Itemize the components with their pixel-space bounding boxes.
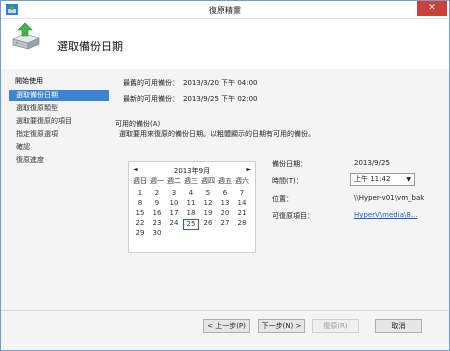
calendar-day[interactable]: 5 xyxy=(200,189,216,198)
calendar-day[interactable]: 16 xyxy=(149,209,165,218)
calendar-day[interactable]: 28 xyxy=(234,219,250,228)
wizard-steps-sidebar: 開始使用 選取備份日期 選取復原類型 選取要復原的項目 指定復原選項 確認 復原… xyxy=(1,70,109,310)
close-button[interactable]: ✕ xyxy=(417,1,447,16)
sidebar-item-select-recovery-type[interactable]: 選取復原類型 xyxy=(9,103,109,114)
calendar-day[interactable]: 9 xyxy=(149,199,165,208)
footer-separator xyxy=(1,310,449,311)
sidebar-item-confirmation[interactable]: 確認 xyxy=(9,142,109,153)
back-button[interactable]: < 上一步(P) xyxy=(203,319,250,333)
backup-date-label: 備份日期： xyxy=(272,160,307,168)
backup-date-value: 2013/9/25 xyxy=(354,159,390,167)
calendar-day[interactable]: 10 xyxy=(166,199,182,208)
sidebar-item-select-items[interactable]: 選取要復原的項目 xyxy=(9,116,109,127)
sidebar-item-select-backup-date[interactable]: 選取備份日期 xyxy=(9,90,109,101)
calendar-day[interactable]: 4 xyxy=(183,189,199,198)
recoverable-items-link[interactable]: HyperV\media\8... xyxy=(354,211,417,219)
recover-drive-icon xyxy=(12,22,40,50)
calendar-day[interactable]: 2 xyxy=(149,189,165,198)
calendar-day[interactable]: 26 xyxy=(200,219,216,228)
calendar-weekday-header: 週二 xyxy=(167,177,181,185)
time-select[interactable]: 上午 11:42 ▼ xyxy=(350,173,415,186)
cancel-button[interactable]: 取消 xyxy=(375,319,422,333)
calendar-day[interactable]: 19 xyxy=(200,209,216,218)
calendar-day[interactable]: 3 xyxy=(166,189,182,198)
recovery-wizard-window: 復原精靈 ✕ 選取備份日期 開始使用 選取備份日期 選取復原類型 選取要復原的項… xyxy=(0,0,450,351)
next-button[interactable]: 下一步(N) > xyxy=(258,319,305,333)
calendar-weekday-header: 週日 xyxy=(133,177,147,185)
calendar-selected-day[interactable]: 25 xyxy=(183,219,199,230)
calendar-day[interactable]: 1 xyxy=(132,189,148,198)
calendar-day[interactable]: 21 xyxy=(234,209,250,218)
calendar-day[interactable]: 7 xyxy=(234,189,250,198)
newest-backup-value: 2013/9/25 下午 02:00 xyxy=(183,95,258,103)
calendar-day[interactable]: 12 xyxy=(200,199,216,208)
calendar-day[interactable]: 27 xyxy=(217,219,233,228)
wizard-content: 最舊的可用備份： 2013/3/20 下午 04:00 最新的可用備份： 201… xyxy=(109,70,449,310)
backup-date-calendar[interactable]: ◄ 2013年9月 ► 週日 週一 週二 週三 週四 週五 週六 1 2 3 4 5 6 7 8 9 10 11 1… xyxy=(128,161,256,253)
available-backups-label: 可用的備份(A) xyxy=(115,120,161,128)
location-value: \\Hyper-v01\vm_bak xyxy=(354,194,425,202)
newest-backup-label: 最新的可用備份： xyxy=(123,95,179,103)
chevron-down-icon: ▼ xyxy=(406,176,411,183)
calendar-month-title: 2013年9月 xyxy=(173,167,211,175)
calendar-weekday-header: 週六 xyxy=(235,177,249,185)
location-label: 位置： xyxy=(272,195,293,203)
calendar-day[interactable]: 24 xyxy=(166,219,182,228)
oldest-backup-label: 最舊的可用備份： xyxy=(123,79,179,87)
calendar-next-month-button[interactable]: ► xyxy=(246,166,251,173)
sidebar-item-recovery-progress[interactable]: 復原進度 xyxy=(9,155,109,166)
calendar-day[interactable]: 18 xyxy=(183,209,199,218)
calendar-day[interactable]: 17 xyxy=(166,209,182,218)
calendar-day[interactable]: 6 xyxy=(217,189,233,198)
calendar-day[interactable]: 29 xyxy=(132,229,148,238)
sidebar-item-recovery-options[interactable]: 指定復原選項 xyxy=(9,129,109,140)
calendar-day[interactable]: 15 xyxy=(132,209,148,218)
recoverable-items-label: 可復原項目： xyxy=(272,212,314,220)
calendar-weekday-header: 週一 xyxy=(150,177,164,185)
available-backups-description: 選取要用來復原的備份日期。以粗體顯示的日期有可用的備份。 xyxy=(119,130,315,138)
calendar-weekday-header: 週三 xyxy=(184,177,198,185)
calendar-day[interactable]: 23 xyxy=(149,219,165,228)
calendar-day[interactable]: 8 xyxy=(132,199,148,208)
window-title: 復原精靈 xyxy=(209,6,241,15)
calendar-day[interactable]: 30 xyxy=(149,229,165,238)
wizard-header: 選取備份日期 xyxy=(1,19,449,69)
oldest-backup-value: 2013/3/20 下午 04:00 xyxy=(183,79,258,87)
calendar-day[interactable]: 13 xyxy=(217,199,233,208)
time-label: 時間(T)： xyxy=(272,177,303,185)
title-bar: 復原精靈 ✕ xyxy=(1,1,449,19)
calendar-weekday-header: 週五 xyxy=(218,177,232,185)
sidebar-heading: 開始使用 xyxy=(15,77,43,85)
calendar-day[interactable]: 22 xyxy=(132,219,148,228)
calendar-day[interactable]: 11 xyxy=(183,199,199,208)
calendar-weekday-header: 週四 xyxy=(201,177,215,185)
page-title: 選取備份日期 xyxy=(57,40,123,53)
calendar-day[interactable]: 20 xyxy=(217,209,233,218)
recover-button[interactable]: 復原(R) xyxy=(312,319,359,333)
calendar-day[interactable]: 14 xyxy=(234,199,250,208)
time-select-value: 上午 11:42 xyxy=(354,175,391,183)
